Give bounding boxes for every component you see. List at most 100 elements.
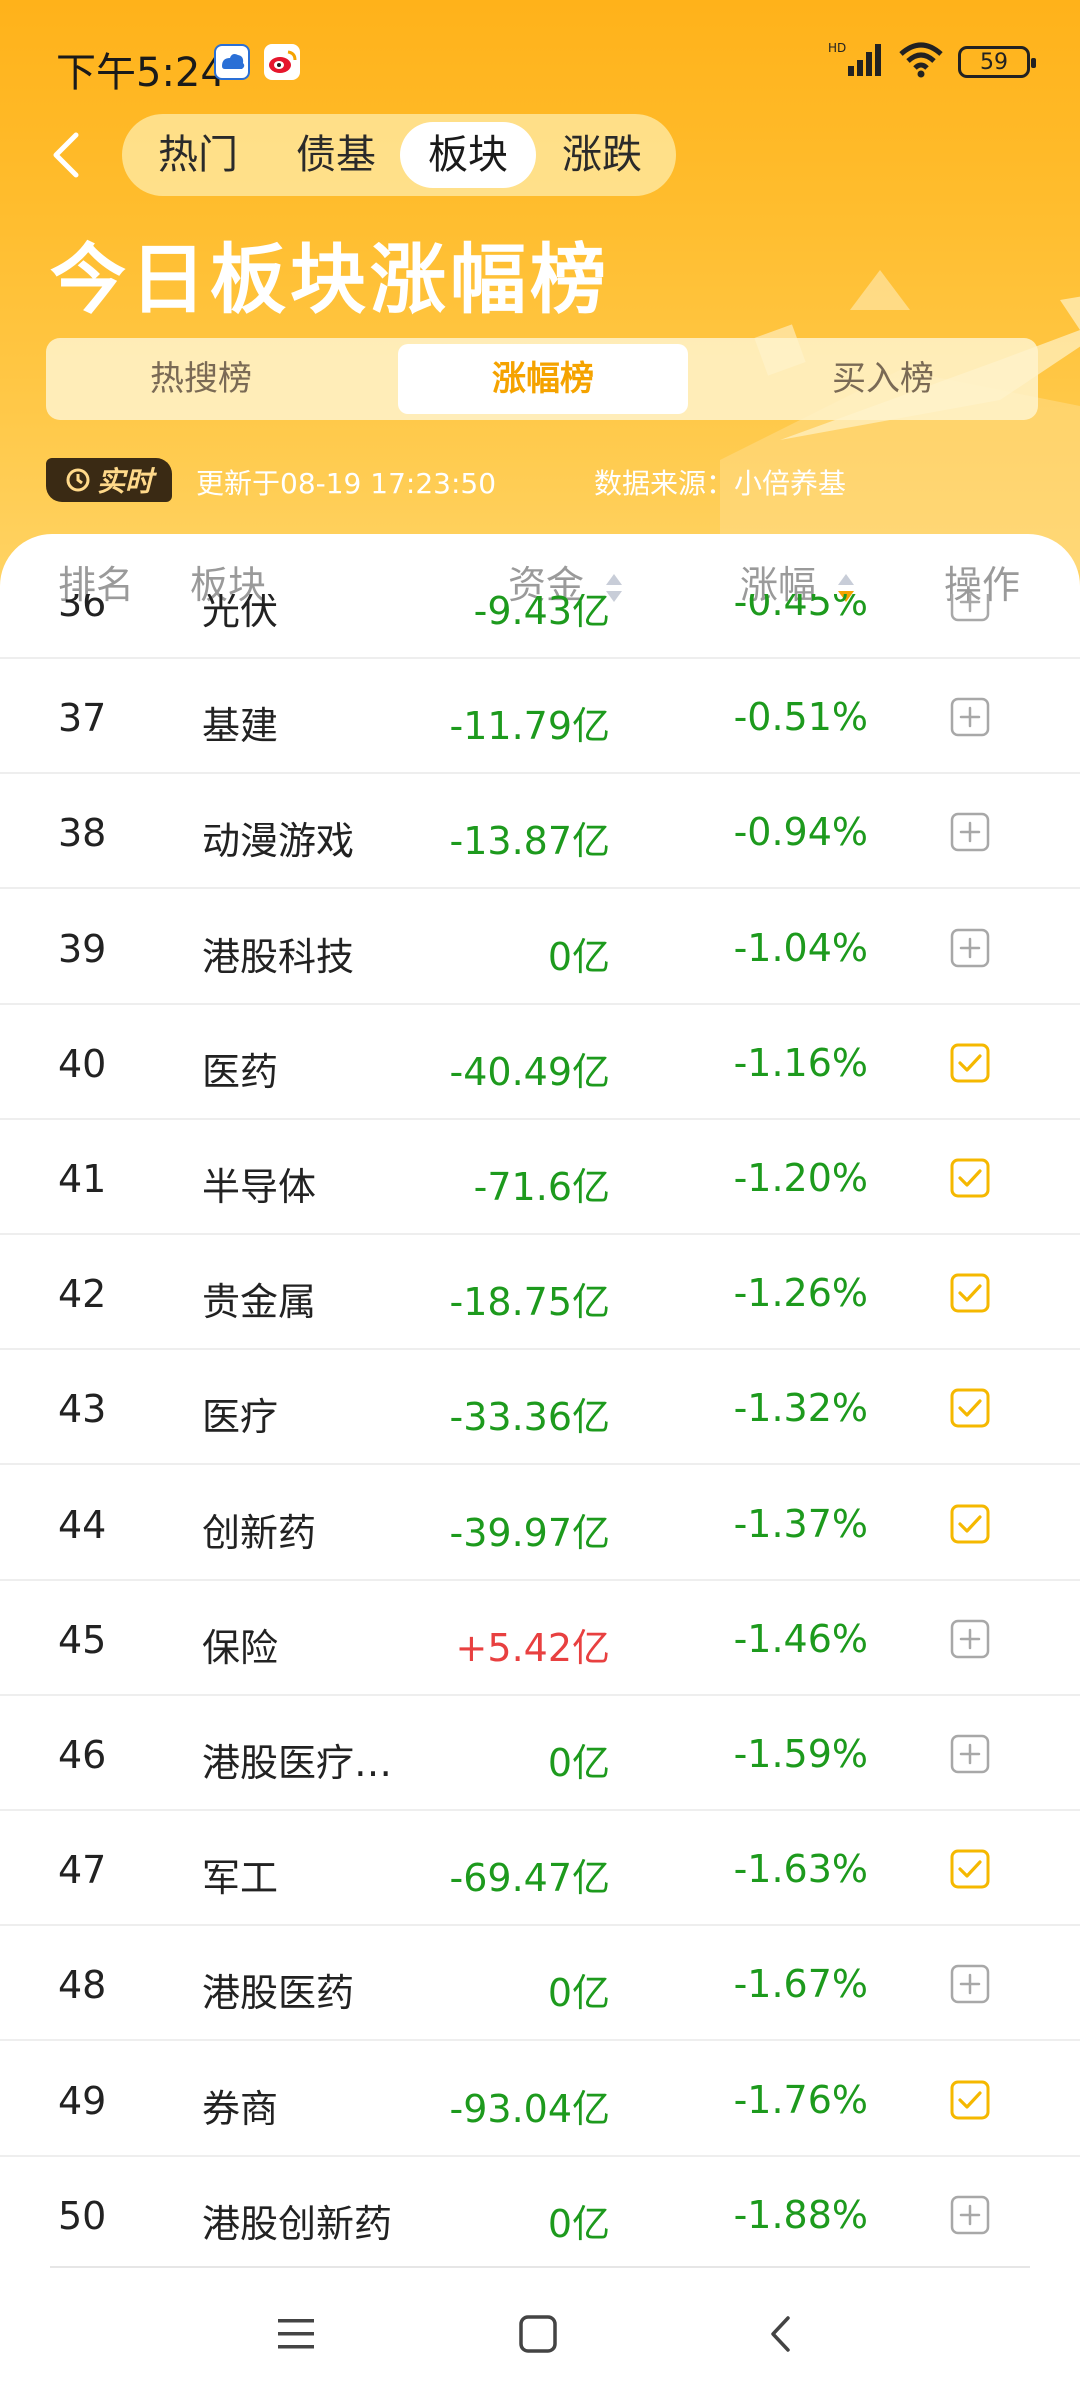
change-cell: -1.88% [733, 2192, 868, 2237]
add-plus-icon[interactable] [950, 928, 990, 968]
rank-cell: 50 [58, 2193, 107, 2238]
added-check-icon[interactable] [950, 1043, 990, 1083]
added-check-icon[interactable] [950, 1849, 990, 1889]
svg-text:HD: HD [828, 41, 846, 55]
sector-name-cell: 港股创新药 [202, 2201, 393, 2246]
fund-flow-cell: +5.42亿 [455, 1625, 610, 1670]
table-row[interactable]: 48 港股医药 0亿 -1.67% [0, 1926, 1080, 2042]
back-button[interactable] [40, 125, 100, 185]
fund-flow-cell: -11.79亿 [449, 704, 611, 749]
fund-flow-cell: -93.04亿 [449, 2086, 611, 2131]
rank-cell: 46 [58, 1733, 107, 1777]
table-row[interactable]: 36 光伏 -9.43亿 -0.45% [0, 594, 1080, 659]
table-row[interactable]: 38 动漫游戏 -13.87亿 -0.94% [0, 774, 1080, 890]
table-row[interactable]: 49 券商 -93.04亿 -1.76% [0, 2042, 1080, 2157]
change-cell: -1.67% [733, 1962, 868, 2007]
realtime-info: 实时 更新于08-19 17:23:50 数据来源：小倍养基 [0, 450, 1080, 510]
chevron-left-icon [53, 132, 79, 178]
data-source: 数据来源：小倍养基 [594, 467, 847, 500]
table-row[interactable]: 40 医药 -40.49亿 -1.16% [0, 1005, 1080, 1120]
added-check-icon[interactable] [950, 2080, 990, 2120]
rank-cell: 42 [58, 1272, 107, 1317]
fund-flow-cell: -13.87亿 [449, 819, 611, 864]
sector-name-cell: 港股科技 [202, 934, 355, 979]
sector-name-cell: 港股医药 [202, 1971, 355, 2016]
change-cell: -1.32% [733, 1386, 868, 1431]
add-plus-icon[interactable] [950, 1734, 990, 1774]
table-row[interactable]: 44 创新药 -39.97亿 -1.37% [0, 1466, 1080, 1581]
tab-hot[interactable]: 热门 [130, 122, 266, 188]
table-row[interactable]: 42 贵金属 -18.75亿 -1.26% [0, 1235, 1080, 1351]
change-cell: -0.94% [733, 810, 868, 855]
added-check-icon[interactable] [950, 1158, 990, 1198]
fund-flow-cell: -18.75亿 [449, 1280, 611, 1325]
change-cell: -1.59% [733, 1732, 868, 1776]
add-plus-icon[interactable] [950, 1964, 990, 2004]
sector-name-cell: 光伏 [202, 594, 279, 633]
sector-name-cell: 贵金属 [202, 1280, 317, 1325]
sector-name-cell: 基建 [202, 704, 279, 749]
tab-sector[interactable]: 板块 [400, 122, 536, 188]
rank-cell: 48 [58, 1963, 107, 2008]
realtime-badge-label: 实时 [96, 465, 153, 498]
tab-hot-search[interactable]: 热搜榜 [56, 344, 346, 414]
battery-icon: 59 [958, 46, 1036, 78]
add-plus-icon[interactable] [950, 594, 990, 622]
added-check-icon[interactable] [950, 1388, 990, 1428]
realtime-badge: 实时 [46, 458, 172, 502]
change-cell: -1.76% [733, 2077, 868, 2122]
add-plus-icon[interactable] [950, 812, 990, 852]
table-row[interactable]: 41 半导体 -71.6亿 -1.20% [0, 1120, 1080, 1235]
system-nav-bar [0, 2270, 1080, 2400]
fund-flow-cell: -69.47亿 [449, 1856, 611, 1901]
sector-name-cell: 医疗 [202, 1395, 279, 1440]
rank-cell: 44 [58, 1502, 107, 1547]
ranking-tab-bar: 热搜榜 涨幅榜 买入榜 [46, 338, 1038, 420]
rank-cell: 40 [58, 1041, 107, 1086]
sector-name-cell: 港股医疗… [202, 1741, 393, 1785]
add-plus-icon[interactable] [950, 697, 990, 737]
sector-name-cell: 券商 [202, 2086, 279, 2131]
status-bar: 下午5:24 HD 59 [0, 0, 1080, 120]
rank-cell: 47 [58, 1848, 107, 1893]
signal-icon: HD [828, 40, 884, 84]
sector-name-cell: 保险 [202, 1625, 279, 1670]
change-cell: -1.20% [733, 1156, 868, 1200]
back-nav-icon[interactable] [766, 2314, 796, 2354]
added-check-icon[interactable] [950, 1504, 990, 1544]
table-row[interactable]: 45 保险 +5.42亿 -1.46% [0, 1581, 1080, 1696]
fund-flow-cell: -33.36亿 [449, 1395, 611, 1440]
table-row[interactable]: 39 港股科技 0亿 -1.04% [0, 890, 1080, 1005]
tab-buy-ranking[interactable]: 买入榜 [738, 344, 1028, 414]
change-cell: -1.46% [733, 1616, 868, 1661]
tab-rise-fall[interactable]: 涨跌 [534, 122, 670, 188]
change-cell: -0.45% [733, 594, 868, 624]
table-row[interactable]: 43 医疗 -33.36亿 -1.32% [0, 1350, 1080, 1466]
tab-gain-ranking[interactable]: 涨幅榜 [398, 344, 688, 414]
status-time: 下午5:24 [56, 50, 226, 96]
tab-bond-fund[interactable]: 债基 [268, 122, 404, 188]
rank-cell: 41 [58, 1157, 107, 1201]
top-tab-bar: 热门 债基 板块 涨跌 [122, 114, 676, 196]
menu-icon[interactable] [276, 2316, 316, 2352]
clock-icon [66, 468, 90, 492]
change-cell: -1.04% [733, 925, 868, 970]
rank-cell: 37 [58, 696, 107, 741]
fund-flow-cell: -9.43亿 [473, 594, 610, 633]
fund-flow-cell: 0亿 [547, 1741, 610, 1785]
rank-cell: 43 [58, 1387, 107, 1432]
add-plus-icon[interactable] [950, 2195, 990, 2235]
sector-name-cell: 医药 [202, 1049, 279, 1094]
status-icons: HD 59 [828, 40, 1036, 84]
table-row[interactable]: 37 基建 -11.79亿 -0.51% [0, 659, 1080, 775]
table-row[interactable]: 47 军工 -69.47亿 -1.63% [0, 1811, 1080, 1927]
rank-cell: 38 [58, 811, 107, 856]
sector-name-cell: 动漫游戏 [202, 819, 355, 864]
add-plus-icon[interactable] [950, 1619, 990, 1659]
fund-flow-cell: 0亿 [547, 2201, 610, 2246]
table-row[interactable]: 50 港股创新药 0亿 -1.88% [0, 2157, 1080, 2270]
change-cell: -1.26% [733, 1271, 868, 1316]
added-check-icon[interactable] [950, 1273, 990, 1313]
table-row[interactable]: 46 港股医疗… 0亿 -1.59% [0, 1696, 1080, 1811]
home-icon[interactable] [518, 2314, 558, 2354]
